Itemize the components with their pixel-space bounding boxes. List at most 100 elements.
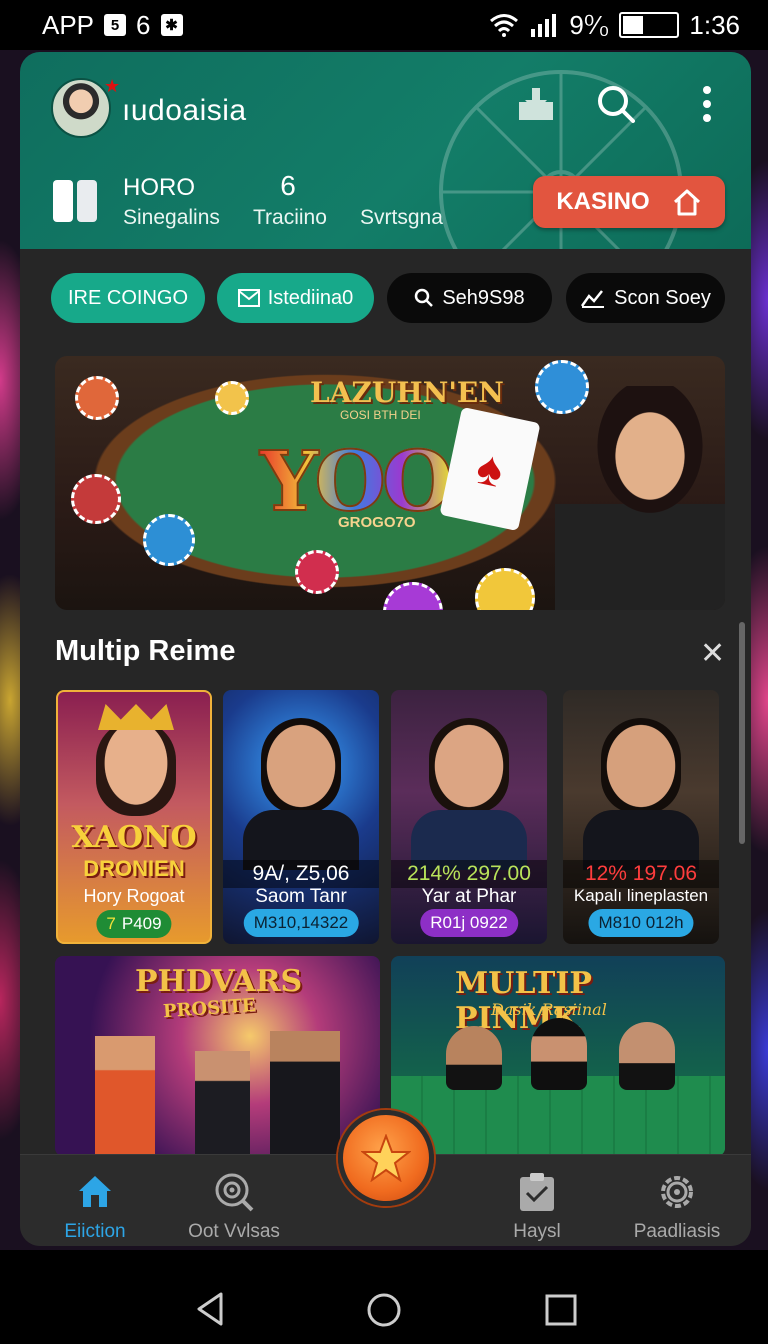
- home-outline-icon: [673, 189, 700, 216]
- tile-amount: 214% 297.00: [391, 860, 547, 888]
- promo-tile[interactable]: MULTIP PINMK Dasik Rasiinal: [391, 956, 725, 1156]
- search-icon[interactable]: [596, 84, 636, 124]
- search-icon: [415, 288, 434, 307]
- status-left: APP 5 6 ✱: [42, 10, 183, 41]
- poker-chip-icon: [383, 582, 443, 610]
- promo-tile-title: PHDVARS: [135, 964, 303, 999]
- character-figure: [270, 1031, 340, 1156]
- character-portrait: [261, 718, 341, 814]
- status-bar: APP 5 6 ✱ 9⁰⁄₀ 1:36: [0, 0, 768, 50]
- promo-tile[interactable]: PHDVARS PROSITE: [55, 956, 380, 1156]
- clipboard-icon: [520, 1173, 554, 1211]
- poker-chip-icon: [71, 474, 121, 524]
- app-window: ★ ıudoaisia HORO Sinegalins 6 Traciino S…: [20, 52, 751, 1246]
- character-figure: [195, 1051, 250, 1156]
- network-label: 9⁰⁄₀: [569, 9, 610, 40]
- character-portrait: [601, 718, 681, 814]
- system-nav-bar: [0, 1250, 768, 1344]
- tile-subtitle: DRONIEN: [83, 856, 185, 881]
- poker-chip-icon: [475, 568, 535, 610]
- character-figure: [446, 1026, 502, 1090]
- battery-icon: [619, 12, 680, 38]
- promo-banner[interactable]: LAZUHN'EN GOSI BTH DEI YOO GROGO7O ♠: [55, 356, 725, 610]
- promo-tile-subtitle: Dasik Rasiinal: [491, 1000, 607, 1019]
- kasino-button[interactable]: KASINO: [533, 176, 725, 228]
- poker-chip-icon: [215, 381, 249, 415]
- kasino-label: KASINO: [556, 188, 650, 215]
- nav-label: Oot Vvlsas: [188, 1221, 280, 1242]
- star-badge-icon: ★: [104, 76, 121, 96]
- notification-icon: 5: [104, 14, 127, 36]
- stat-item: HORO Sinegalins: [123, 174, 220, 230]
- nav-item-orders[interactable]: Haysl: [477, 1155, 597, 1246]
- character-portrait: [429, 718, 509, 814]
- pill-prefix: 7: [106, 914, 116, 933]
- target-icon: [215, 1173, 254, 1212]
- signal-icon: [531, 14, 557, 37]
- character-figure: [531, 1018, 587, 1090]
- crown-icon: [98, 704, 174, 730]
- tile-price-pill[interactable]: M310,14322: [243, 909, 359, 937]
- banner-caption: GROGO7O: [338, 514, 416, 531]
- gear-icon: [661, 1176, 693, 1208]
- scrollbar[interactable]: [739, 622, 745, 844]
- clock: 1:36: [689, 9, 740, 40]
- back-icon[interactable]: [195, 1292, 225, 1326]
- stat-label: Svrtsgna: [360, 206, 443, 229]
- nav-item-settings[interactable]: Paadliasis: [617, 1155, 737, 1246]
- poker-chip-icon: [143, 514, 195, 566]
- chip-label: Seh9S98: [442, 286, 525, 309]
- poker-chip-icon: [295, 550, 339, 594]
- tile-name: Yar at Phar: [421, 886, 517, 907]
- more-menu-icon[interactable]: [702, 84, 712, 124]
- character-figure: [619, 1022, 675, 1090]
- stats-icon: [53, 180, 103, 222]
- recents-icon[interactable]: [545, 1294, 577, 1326]
- stat-value: 6: [280, 170, 296, 201]
- nav-item-home[interactable]: Eiiction: [35, 1155, 155, 1246]
- section-title: Multip Reime: [55, 635, 236, 667]
- notification-icon: 6: [136, 9, 151, 40]
- pill-value: P409: [121, 914, 162, 933]
- home-circle-icon[interactable]: [366, 1292, 402, 1328]
- tile-amount: 9A/, Z5,06: [223, 860, 379, 888]
- game-tile[interactable]: 214% 297.00 Yar at Phar R01j 0922: [391, 690, 547, 944]
- nav-item-search[interactable]: Oot Vvlsas: [174, 1155, 294, 1246]
- game-tile[interactable]: 12% 197.06 Kapalı lineplasten M810 012h: [563, 690, 719, 944]
- tile-amount: 12% 197.06: [563, 860, 719, 888]
- status-right: 9⁰⁄₀ 1:36: [489, 10, 740, 41]
- game-tile[interactable]: XAONO DRONIEN Hory Rogoat 7 P409: [56, 690, 212, 944]
- stat-label: Sinegalins: [123, 206, 220, 229]
- chart-icon: [581, 290, 605, 308]
- tile-name: Hory Rogoat: [83, 886, 185, 906]
- tile-price-pill[interactable]: M810 012h: [588, 909, 694, 937]
- chip-mail[interactable]: Istediina0: [217, 273, 374, 323]
- chip-sort[interactable]: Scon Soey: [566, 273, 725, 323]
- chip-coins[interactable]: IRE COINGO: [51, 273, 205, 323]
- tile-name: Kapalı lineplasten: [573, 886, 709, 905]
- close-icon[interactable]: ✕: [700, 636, 725, 671]
- stat-item: 6 Traciino: [253, 170, 327, 230]
- wifi-icon: [490, 14, 519, 37]
- tile-price-pill[interactable]: R01j 0922: [420, 909, 518, 937]
- download-icon[interactable]: [517, 84, 555, 124]
- header: ★ ıudoaisia HORO Sinegalins 6 Traciino S…: [20, 52, 751, 249]
- stat-label: Traciino: [253, 206, 327, 229]
- chip-search[interactable]: Seh9S98: [387, 273, 552, 323]
- chip-label: Istediina0: [267, 286, 354, 309]
- banner-title: LAZUHN'EN: [310, 376, 504, 409]
- chip-label: IRE COINGO: [67, 286, 188, 309]
- notification-icon: ✱: [160, 14, 183, 36]
- character-portrait: [96, 720, 176, 816]
- game-tile[interactable]: 9A/, Z5,06 Saom Tanr M310,14322: [223, 690, 379, 944]
- banner-subtitle: GOSI BTH DEI: [340, 408, 421, 422]
- tile-price-pill[interactable]: 7 P409: [96, 910, 172, 938]
- star-fab-button[interactable]: [338, 1110, 434, 1206]
- avatar[interactable]: [51, 78, 111, 138]
- nav-label: Haysl: [513, 1221, 561, 1242]
- tile-name: Saom Tanr: [255, 886, 347, 907]
- stat-item: Svrtsgna: [360, 202, 443, 230]
- nav-label: Paadliasis: [633, 1221, 721, 1242]
- ace-card-icon: ♠: [439, 406, 541, 532]
- poker-chip-icon: [75, 376, 119, 420]
